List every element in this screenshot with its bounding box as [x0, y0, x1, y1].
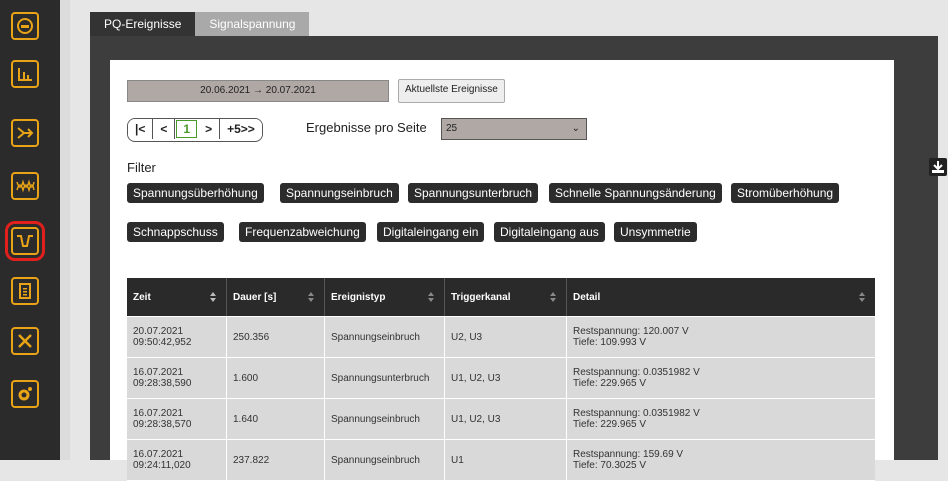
- filter-chip[interactable]: Frequenzabweichung: [239, 222, 366, 242]
- table-row[interactable]: 20.07.2021 09:50:42,952 250.356 Spannungs…: [127, 317, 875, 358]
- latest-events-button[interactable]: Aktuellste Ereignisse: [398, 79, 505, 103]
- header-ereignistyp[interactable]: Ereignistyp: [325, 278, 445, 316]
- row-date: 16.07.2021: [133, 367, 184, 378]
- filter-chip[interactable]: Spannungsüberhöhung: [127, 183, 264, 203]
- header-triggerkanal[interactable]: Triggerkanal: [445, 278, 567, 316]
- row-typ: Spannungseinbruch: [325, 440, 445, 480]
- row-time: 09:28:38,590: [133, 378, 192, 389]
- table-row[interactable]: 16.07.2021 09:28:38,570 1.640 Spannungsei…: [127, 399, 875, 440]
- row-typ: Spannungseinbruch: [325, 399, 445, 439]
- prev-page-button[interactable]: <: [153, 119, 176, 139]
- row-detail: Restspannung: 120.007 V: [573, 326, 689, 337]
- filter-chip[interactable]: Schnappschuss: [127, 222, 224, 242]
- chevron-down-icon: ⌄: [571, 123, 580, 134]
- flow-icon[interactable]: [11, 119, 39, 147]
- jump-five-button[interactable]: +5>>: [220, 119, 262, 139]
- tab-bar: PQ-Ereignisse Signalspannung: [90, 12, 310, 36]
- table-row[interactable]: 16.07.2021 09:28:38,590 1.600 Spannungsun…: [127, 358, 875, 399]
- current-page[interactable]: 1: [176, 120, 198, 138]
- filter-chip[interactable]: Stromüberhöhung: [731, 183, 840, 203]
- row-detail: Tiefe: 109.993 V: [573, 337, 647, 348]
- per-page-value: 25: [446, 123, 458, 134]
- waveform-icon[interactable]: [5, 221, 45, 261]
- filter-chip[interactable]: Schnelle Spannungsänderung: [549, 183, 722, 203]
- row-kanal: U2, U3: [445, 317, 567, 357]
- sort-icon: [550, 292, 556, 302]
- header-dauer[interactable]: Dauer [s]: [227, 278, 325, 316]
- first-page-button[interactable]: |<: [128, 119, 154, 139]
- meter-icon[interactable]: [11, 12, 39, 40]
- row-date: 20.07.2021: [133, 326, 184, 337]
- row-detail: Restspannung: 0.0351982 V: [573, 408, 700, 419]
- per-page-select[interactable]: 25 ⌄: [441, 118, 587, 140]
- transient-icon[interactable]: [11, 172, 39, 200]
- row-detail: Restspannung: 159.69 V: [573, 449, 684, 460]
- pagination: |< < 1 > +5>>: [127, 118, 263, 142]
- row-time: 09:28:38,570: [133, 419, 192, 430]
- settings-icon[interactable]: [11, 380, 39, 408]
- tab-pq-ereignisse[interactable]: PQ-Ereignisse: [90, 12, 196, 36]
- sidebar-divider: [60, 0, 70, 460]
- date-range-field[interactable]: 20.06.2021 → 20.07.2021: [127, 80, 389, 102]
- bar-chart-icon[interactable]: [11, 60, 39, 88]
- events-table: Zeit Dauer [s] Ereignistyp Triggerkanal …: [127, 278, 875, 481]
- row-dauer: 1.640: [227, 399, 325, 439]
- per-page-label: Ergebnisse pro Seite: [306, 120, 427, 135]
- row-dauer: 237.822: [227, 440, 325, 480]
- sort-icon: [308, 292, 314, 302]
- row-kanal: U1, U2, U3: [445, 399, 567, 439]
- filter-chip[interactable]: Unsymmetrie: [614, 222, 697, 242]
- table-row[interactable]: 16.07.2021 09:24:11,020 237.822 Spannungs…: [127, 440, 875, 481]
- tab-signalspannung[interactable]: Signalspannung: [195, 12, 310, 36]
- row-dauer: 1.600: [227, 358, 325, 398]
- filter-chip[interactable]: Digitaleingang aus: [494, 222, 605, 242]
- sidebar: [0, 0, 60, 460]
- row-typ: Spannungsunterbruch: [325, 358, 445, 398]
- filter-chip[interactable]: Spannungseinbruch: [280, 183, 399, 203]
- row-kanal: U1: [445, 440, 567, 480]
- filter-chip[interactable]: Spannungsunterbruch: [408, 183, 539, 203]
- row-date: 16.07.2021: [133, 449, 184, 460]
- row-detail: Tiefe: 229.965 V: [573, 419, 647, 430]
- row-time: 09:24:11,020: [133, 460, 191, 471]
- next-page-button[interactable]: >: [198, 119, 221, 139]
- document-icon[interactable]: [11, 277, 39, 305]
- row-detail: Tiefe: 70.3025 V: [573, 460, 647, 471]
- row-dauer: 250.356: [227, 317, 325, 357]
- header-zeit[interactable]: Zeit: [127, 278, 227, 316]
- filter-chip[interactable]: Digitaleingang ein: [377, 222, 485, 242]
- filter-label: Filter: [127, 160, 156, 175]
- row-date: 16.07.2021: [133, 408, 184, 419]
- sort-icon: [428, 292, 434, 302]
- sort-icon: [210, 292, 216, 302]
- tools-icon[interactable]: [11, 327, 39, 355]
- header-detail[interactable]: Detail: [567, 278, 875, 316]
- table-header: Zeit Dauer [s] Ereignistyp Triggerkanal …: [127, 278, 875, 317]
- row-typ: Spannungseinbruch: [325, 317, 445, 357]
- download-icon[interactable]: [929, 158, 947, 176]
- row-detail: Tiefe: 229.965 V: [573, 378, 647, 389]
- row-detail: Restspannung: 0.0351982 V: [573, 367, 700, 378]
- row-time: 09:50:42,952: [133, 337, 192, 348]
- sort-icon: [859, 292, 865, 302]
- row-kanal: U1, U2, U3: [445, 358, 567, 398]
